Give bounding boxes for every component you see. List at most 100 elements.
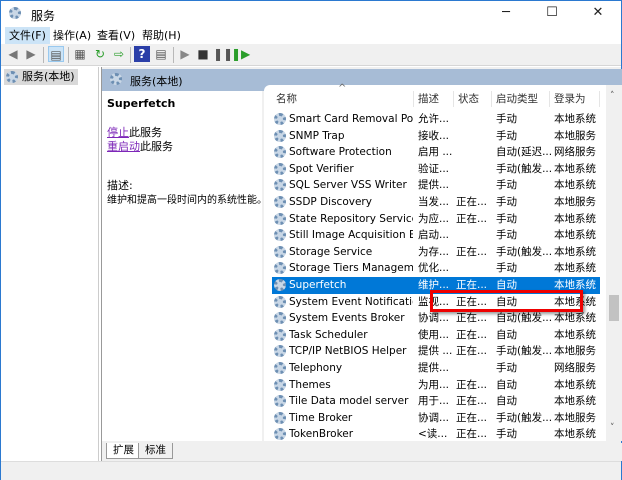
menu-action[interactable]: 操作(A) — [49, 27, 95, 44]
service-name: System Event Notification... — [289, 295, 413, 308]
tree-node-services-local[interactable]: 服务(本地) — [4, 69, 78, 85]
scroll-thumb[interactable] — [609, 295, 619, 321]
close-button[interactable]: ✕ — [575, 1, 621, 27]
forward-icon[interactable]: ▶ — [23, 46, 39, 62]
service-status: 正在... — [456, 428, 488, 441]
restart-icon[interactable]: ❚▶ — [231, 46, 250, 62]
service-gear-icon — [274, 395, 286, 408]
properties-icon[interactable]: ▦ — [72, 46, 88, 62]
service-row[interactable]: Still Image Acquisition Ev... 启动... 手动 本… — [272, 227, 600, 244]
minimize-button[interactable]: ─ — [483, 1, 529, 27]
restart-service-line: 重启动此服务 — [107, 138, 173, 154]
stop-icon[interactable]: ■ — [195, 46, 211, 62]
service-row[interactable]: Smart Card Removal Poli... 允许... 手动 本地系统 — [272, 111, 600, 128]
service-logon: 本地系统 — [554, 312, 596, 325]
maximize-button[interactable]: ☐ — [529, 1, 575, 27]
status-bar — [1, 461, 621, 480]
services-list: ^ 名称 描述 状态 启动类型 登录为 Smart Card Removal P… — [264, 83, 622, 443]
service-startup-type: 自动(延迟... — [496, 146, 553, 159]
highlight-box — [430, 290, 583, 312]
service-gear-icon — [274, 378, 286, 391]
panel-header-title: 服务(本地) — [130, 75, 183, 88]
service-description: 为应... — [418, 212, 450, 225]
service-gear-icon — [274, 279, 286, 291]
service-name: State Repository Service — [289, 212, 413, 225]
service-startup-type: 手动 — [496, 262, 517, 275]
column-header-status[interactable]: 状态 — [454, 91, 492, 107]
tab-standard[interactable]: 标准 — [138, 443, 173, 459]
service-name: Themes — [289, 378, 331, 391]
service-row[interactable]: Time Broker 协调... 正在... 手动(触发... 本地服务 — [272, 410, 600, 427]
service-logon: 本地系统 — [554, 113, 596, 125]
column-header-name[interactable]: 名称 — [272, 91, 414, 107]
service-row[interactable]: TokenBroker <读... 正在... 手动 本地系统 — [272, 426, 600, 443]
service-startup-type: 手动 — [496, 428, 517, 441]
service-startup-type: 自动 — [496, 395, 517, 408]
service-name: Storage Tiers Managem... — [289, 262, 413, 275]
column-header-logon-as[interactable]: 登录为 — [550, 91, 600, 107]
menu-file[interactable]: 文件(F) — [5, 27, 50, 44]
service-logon: 本地系统 — [554, 179, 596, 192]
help-icon[interactable]: ? — [134, 46, 150, 62]
details-pane: Superfetch 停止此服务 重启动此服务 描述: 维护和提高一段时间内的系… — [102, 91, 267, 441]
service-startup-type: 自动 — [496, 328, 517, 341]
column-header-description[interactable]: 描述 — [414, 91, 454, 107]
service-row[interactable]: SNMP Trap 接收... 手动 本地服务 — [272, 128, 600, 145]
service-name: SNMP Trap — [289, 129, 345, 142]
menu-help[interactable]: 帮助(H) — [138, 27, 185, 44]
service-row[interactable]: Storage Service 为存... 正在... 手动(触发... 本地系… — [272, 244, 600, 261]
service-row[interactable]: State Repository Service 为应... 正在... 手动 … — [272, 211, 600, 228]
console-icon[interactable]: ▤ — [153, 46, 169, 62]
service-status: 正在... — [456, 312, 488, 325]
service-name: Storage Service — [289, 245, 373, 258]
service-startup-type: 手动(触发... — [496, 411, 553, 424]
service-gear-icon — [274, 162, 286, 175]
service-gear-icon — [274, 196, 286, 208]
restart-suffix: 此服务 — [140, 140, 173, 153]
service-name: Still Image Acquisition Ev... — [289, 229, 413, 242]
play-icon[interactable]: ▶ — [177, 46, 193, 62]
service-startup-type: 手动(触发... — [496, 162, 553, 175]
service-row[interactable]: SSDP Discovery 当发... 正在... 手动 本地服务 — [272, 194, 600, 211]
service-logon: 本地服务 — [554, 345, 596, 358]
service-name: Telephony — [289, 362, 343, 374]
service-row[interactable]: SQL Server VSS Writer 提供... 手动 本地系统 — [272, 177, 600, 194]
service-gear-icon — [274, 229, 286, 242]
service-row[interactable]: Tile Data model server 用于... 正在... 自动 本地… — [272, 393, 600, 410]
service-startup-type: 自动(触发... — [496, 312, 553, 325]
window-title: 服务 — [31, 9, 56, 23]
service-logon: 本地系统 — [554, 428, 596, 441]
menu-view[interactable]: 查看(V) — [93, 27, 139, 44]
service-row[interactable]: TCP/IP NetBIOS Helper 提供 ... 正在... 手动(触发… — [272, 343, 600, 360]
export-icon[interactable]: ⇨ — [111, 46, 127, 62]
restart-link[interactable]: 重启动 — [107, 140, 140, 153]
vertical-scrollbar[interactable]: ˄ ˅ — [606, 85, 622, 441]
service-name: Superfetch — [289, 279, 347, 291]
service-row[interactable]: Task Scheduler 使用... 正在... 自动 本地系统 — [272, 327, 600, 344]
service-name: Software Protection — [289, 146, 392, 159]
scroll-down-icon[interactable]: ˅ — [610, 423, 615, 433]
service-description: 当发... — [418, 196, 450, 208]
service-logon: 本地系统 — [554, 229, 596, 242]
services-gear-icon — [9, 7, 21, 19]
service-row[interactable]: System Events Broker 协调... 正在... 自动(触发..… — [272, 310, 600, 327]
service-gear-icon — [274, 411, 286, 424]
service-description: 用于... — [418, 395, 450, 408]
back-icon[interactable]: ◀ — [5, 46, 21, 62]
service-status: 正在... — [456, 411, 488, 424]
refresh-icon[interactable]: ↻ — [92, 46, 108, 62]
pause-icon[interactable]: ❚❚ — [213, 46, 233, 62]
service-row[interactable]: Spot Verifier 验证... 手动(触发... 本地系统 — [272, 161, 600, 178]
service-description: 提供... — [418, 362, 450, 374]
scroll-up-icon[interactable]: ˄ — [610, 91, 615, 101]
tab-extended[interactable]: 扩展 — [106, 443, 141, 459]
service-name: TCP/IP NetBIOS Helper — [289, 345, 407, 358]
service-row[interactable]: Telephony 提供... 手动 网络服务 — [272, 360, 600, 377]
service-row[interactable]: Themes 为用... 正在... 自动 本地系统 — [272, 377, 600, 394]
show-tree-icon[interactable]: ▤ — [48, 46, 64, 62]
service-row[interactable]: Software Protection 启用 ... 自动(延迟... 网络服务 — [272, 144, 600, 161]
service-logon: 本地服务 — [554, 411, 596, 424]
service-row[interactable]: Storage Tiers Managem... 优化... 手动 本地系统 — [272, 260, 600, 277]
column-header-startup-type[interactable]: 启动类型 — [492, 91, 550, 107]
service-logon: 本地服务 — [554, 196, 596, 208]
